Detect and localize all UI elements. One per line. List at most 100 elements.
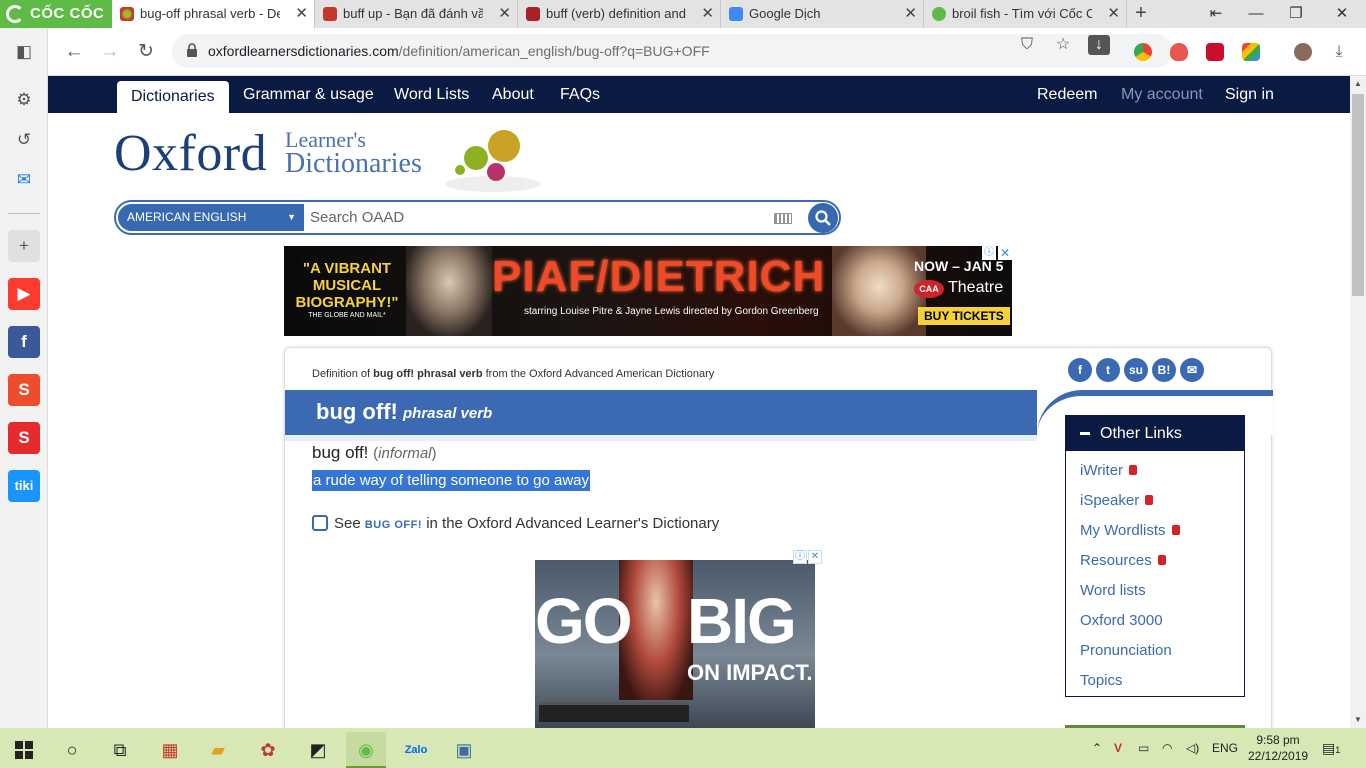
chrome-extension-icon[interactable] xyxy=(1134,43,1152,61)
nav-sign-in[interactable]: Sign in xyxy=(1225,76,1274,114)
battery-icon[interactable]: ▭ xyxy=(1138,728,1149,768)
sidebar-divider xyxy=(8,213,40,214)
learners-dictionaries-logo[interactable]: Learner's Dictionaries xyxy=(285,128,422,178)
hatena-icon[interactable]: B! xyxy=(1152,358,1176,382)
sticky-notes-icon[interactable]: ◩ xyxy=(298,732,338,768)
email-icon[interactable]: ✉ xyxy=(1180,358,1204,382)
zalo-icon[interactable]: Zalo xyxy=(396,732,436,768)
close-icon[interactable]: ✕ xyxy=(701,0,714,28)
top-ad-banner[interactable]: "A VIBRANT MUSICAL BIOGRAPHY!" THE GLOBE… xyxy=(284,246,1012,336)
wifi-icon[interactable]: ◠ xyxy=(1162,728,1172,768)
scroll-thumb[interactable] xyxy=(1352,94,1364,296)
tab-buff-verb[interactable]: buff (verb) definition and sy ✕ xyxy=(518,0,721,28)
ad-buy-tickets[interactable]: BUY TICKETS xyxy=(918,307,1010,325)
show-hidden-icons-icon[interactable]: ⌃ xyxy=(1092,728,1102,768)
settings-icon[interactable]: ⚙ xyxy=(8,84,40,116)
close-ad-icon[interactable]: ✕ xyxy=(998,246,1012,260)
scroll-down-icon[interactable]: ▼ xyxy=(1350,712,1366,728)
app-icon[interactable]: ▣ xyxy=(444,732,484,768)
close-icon[interactable]: ✕ xyxy=(904,0,917,28)
colorful-extension-icon[interactable] xyxy=(1242,43,1260,61)
windows-start-icon[interactable] xyxy=(4,732,44,768)
download-icon[interactable]: ⤓ xyxy=(1328,42,1350,62)
app-grid-icon[interactable]: ▦ xyxy=(150,732,190,768)
other-links-toggle[interactable]: Other Links xyxy=(1066,416,1244,451)
coccoc-menu-button[interactable]: CỐC CỐC xyxy=(0,0,112,28)
other-link-item[interactable]: Pronunciation xyxy=(1066,636,1244,666)
facebook-icon[interactable]: f xyxy=(1068,358,1092,382)
other-link-item[interactable]: Word lists xyxy=(1066,576,1244,606)
scroll-up-icon[interactable]: ▲ xyxy=(1350,76,1366,92)
nav-my-account[interactable]: My account xyxy=(1121,76,1203,114)
add-app-icon[interactable]: + xyxy=(8,230,40,262)
shopee-icon[interactable]: S xyxy=(8,374,40,406)
back-button[interactable]: ← xyxy=(60,38,88,66)
twitter-icon[interactable]: t xyxy=(1096,358,1120,382)
minimize-button[interactable]: — xyxy=(1236,0,1276,28)
taskbar: ○ ⧉ ▦ ▰ ✿ ◩ ◉ Zalo ▣ ⌃ V ▭ ◠ ◁) ENG 9:58… xyxy=(0,728,1366,768)
other-link-item[interactable]: Oxford 3000 xyxy=(1066,606,1244,636)
paint-icon[interactable]: ✿ xyxy=(248,732,288,768)
language-select[interactable]: AMERICAN ENGLISH ▼ xyxy=(118,204,304,231)
close-ad-icon[interactable]: ✕ xyxy=(808,550,822,564)
tab-broil-fish[interactable]: broil fish - Tìm với Cốc Cốc ✕ xyxy=(924,0,1127,28)
search-button[interactable] xyxy=(808,203,838,233)
coccoc-taskbar-icon[interactable]: ◉ xyxy=(346,732,386,768)
oxford-logo[interactable]: Oxford xyxy=(114,124,267,183)
sendo-icon[interactable]: S xyxy=(8,422,40,454)
maximize-button[interactable]: ❐ xyxy=(1276,0,1316,28)
nav-faqs[interactable]: FAQs xyxy=(560,76,600,114)
lock-icon xyxy=(1129,465,1138,475)
tab-search-icon[interactable]: ⇤ xyxy=(1196,0,1236,28)
youtube-icon[interactable]: ▶ xyxy=(8,278,40,310)
xref-link[interactable]: BUG OFF! xyxy=(365,519,422,531)
tab-google-translate[interactable]: Google Dịch ✕ xyxy=(721,0,924,28)
unikey-icon[interactable]: V xyxy=(1114,728,1122,768)
facebook-icon[interactable]: f xyxy=(8,326,40,358)
reload-button[interactable]: ↻ xyxy=(132,38,160,66)
messenger-icon[interactable]: ✉ xyxy=(8,164,40,196)
adchoices-icon[interactable]: ⓘ xyxy=(793,550,807,564)
volume-icon[interactable]: ◁) xyxy=(1186,728,1199,768)
other-link-item[interactable]: Topics xyxy=(1066,666,1244,696)
forward-button[interactable]: → xyxy=(96,38,124,66)
shield-icon[interactable]: ⛉ xyxy=(1016,35,1038,55)
adblock-shield-icon[interactable] xyxy=(1170,43,1188,61)
avatar[interactable] xyxy=(1294,43,1312,61)
other-link-item[interactable]: My Wordlists xyxy=(1066,516,1244,546)
nav-about[interactable]: About xyxy=(492,76,534,114)
search-icon[interactable]: ○ xyxy=(52,732,92,768)
other-link-item[interactable]: iWriter xyxy=(1066,456,1244,486)
other-link-item[interactable]: iSpeaker xyxy=(1066,486,1244,516)
stumbleupon-icon[interactable]: su xyxy=(1124,358,1148,382)
nav-redeem[interactable]: Redeem xyxy=(1037,76,1097,114)
system-clock[interactable]: 9:58 pm 22/12/2019 xyxy=(1248,732,1308,764)
input-language[interactable]: ENG xyxy=(1212,728,1238,768)
close-icon[interactable]: ✕ xyxy=(1107,0,1120,28)
close-icon[interactable]: ✕ xyxy=(498,0,511,28)
close-icon[interactable]: ✕ xyxy=(295,0,308,28)
bookmark-star-icon[interactable]: ☆ xyxy=(1052,35,1074,55)
nav-dictionaries[interactable]: Dictionaries xyxy=(117,81,229,113)
tab-buff-up[interactable]: buff up - Bạn đã đánh vần ✕ xyxy=(315,0,518,28)
file-explorer-icon[interactable]: ▰ xyxy=(198,732,238,768)
sidebar-toggle-icon[interactable]: ◧ xyxy=(8,36,40,68)
notifications-icon[interactable]: ▤1 xyxy=(1322,728,1340,768)
task-view-icon[interactable]: ⧉ xyxy=(100,732,140,768)
download-video-icon[interactable]: ↓ xyxy=(1088,35,1110,55)
side-ad[interactable]: GO BIG ON IMPACT. xyxy=(535,560,815,728)
keyboard-icon[interactable] xyxy=(774,213,792,224)
history-icon[interactable]: ↺ xyxy=(8,124,40,156)
search-input[interactable]: Search OAAD xyxy=(310,202,404,233)
other-link-item[interactable]: Resources xyxy=(1066,546,1244,576)
external-link-icon xyxy=(312,515,328,531)
red-extension-icon[interactable] xyxy=(1206,43,1224,61)
nav-word-lists[interactable]: Word Lists xyxy=(394,76,469,114)
page-scrollbar[interactable]: ▲ ▼ xyxy=(1350,76,1366,728)
tiki-icon[interactable]: tiki xyxy=(8,470,40,502)
new-tab-button[interactable]: + xyxy=(1130,0,1152,28)
adchoices-icon[interactable]: ⓘ xyxy=(982,246,996,260)
tab-bug-off[interactable]: bug-off phrasal verb - Definition ✕ xyxy=(112,0,315,28)
nav-grammar-usage[interactable]: Grammar & usage xyxy=(243,76,374,114)
close-window-button[interactable]: ✕ xyxy=(1322,0,1362,28)
